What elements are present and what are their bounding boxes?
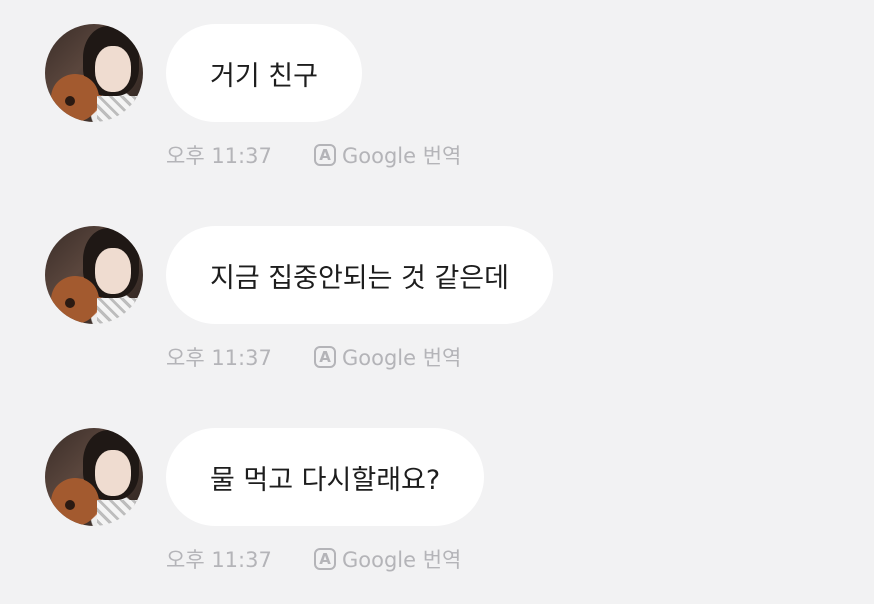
message-meta: 오후 11:37 A Google 번역 [166, 544, 461, 574]
message-time: 오후 11:37 [166, 144, 272, 168]
message-row: 지금 집중안되는 것 같은데 오후 11:37 A Google 번역 [0, 202, 874, 402]
message-row: 물 먹고 다시할래요? 오후 11:37 A Google 번역 [0, 404, 874, 604]
avatar[interactable] [45, 24, 143, 122]
translate-icon: A [314, 548, 336, 570]
avatar[interactable] [45, 428, 143, 526]
translate-icon: A [314, 144, 336, 166]
avatar-plush-toy [51, 276, 99, 324]
translate-icon: A [314, 346, 336, 368]
avatar-face [95, 248, 131, 294]
message-text: 거기 친구 [210, 60, 318, 92]
message-bubble[interactable]: 거기 친구 [166, 24, 362, 122]
google-translate-button[interactable]: A Google 번역 [314, 140, 461, 170]
message-text: 물 먹고 다시할래요? [210, 464, 441, 496]
avatar-scarf [97, 96, 143, 122]
google-translate-button[interactable]: A Google 번역 [314, 544, 461, 574]
message-time: 오후 11:37 [166, 548, 272, 572]
message-meta: 오후 11:37 A Google 번역 [166, 342, 461, 372]
avatar-face [95, 46, 131, 92]
avatar-scarf [97, 500, 143, 526]
message-meta: 오후 11:37 A Google 번역 [166, 140, 461, 170]
avatar-plush-toy [51, 478, 99, 526]
message-bubble[interactable]: 지금 집중안되는 것 같은데 [166, 226, 553, 324]
message-text: 지금 집중안되는 것 같은데 [210, 262, 509, 294]
avatar-plush-toy [51, 74, 99, 122]
avatar-scarf [97, 298, 143, 324]
translate-label: Google 번역 [342, 144, 462, 168]
translate-label: Google 번역 [342, 548, 462, 572]
avatar[interactable] [45, 226, 143, 324]
avatar-face [95, 450, 131, 496]
google-translate-button[interactable]: A Google 번역 [314, 342, 461, 372]
translate-label: Google 번역 [342, 346, 462, 370]
message-row: 거기 친구 오후 11:37 A Google 번역 [0, 0, 874, 200]
message-time: 오후 11:37 [166, 346, 272, 370]
message-bubble[interactable]: 물 먹고 다시할래요? [166, 428, 485, 526]
